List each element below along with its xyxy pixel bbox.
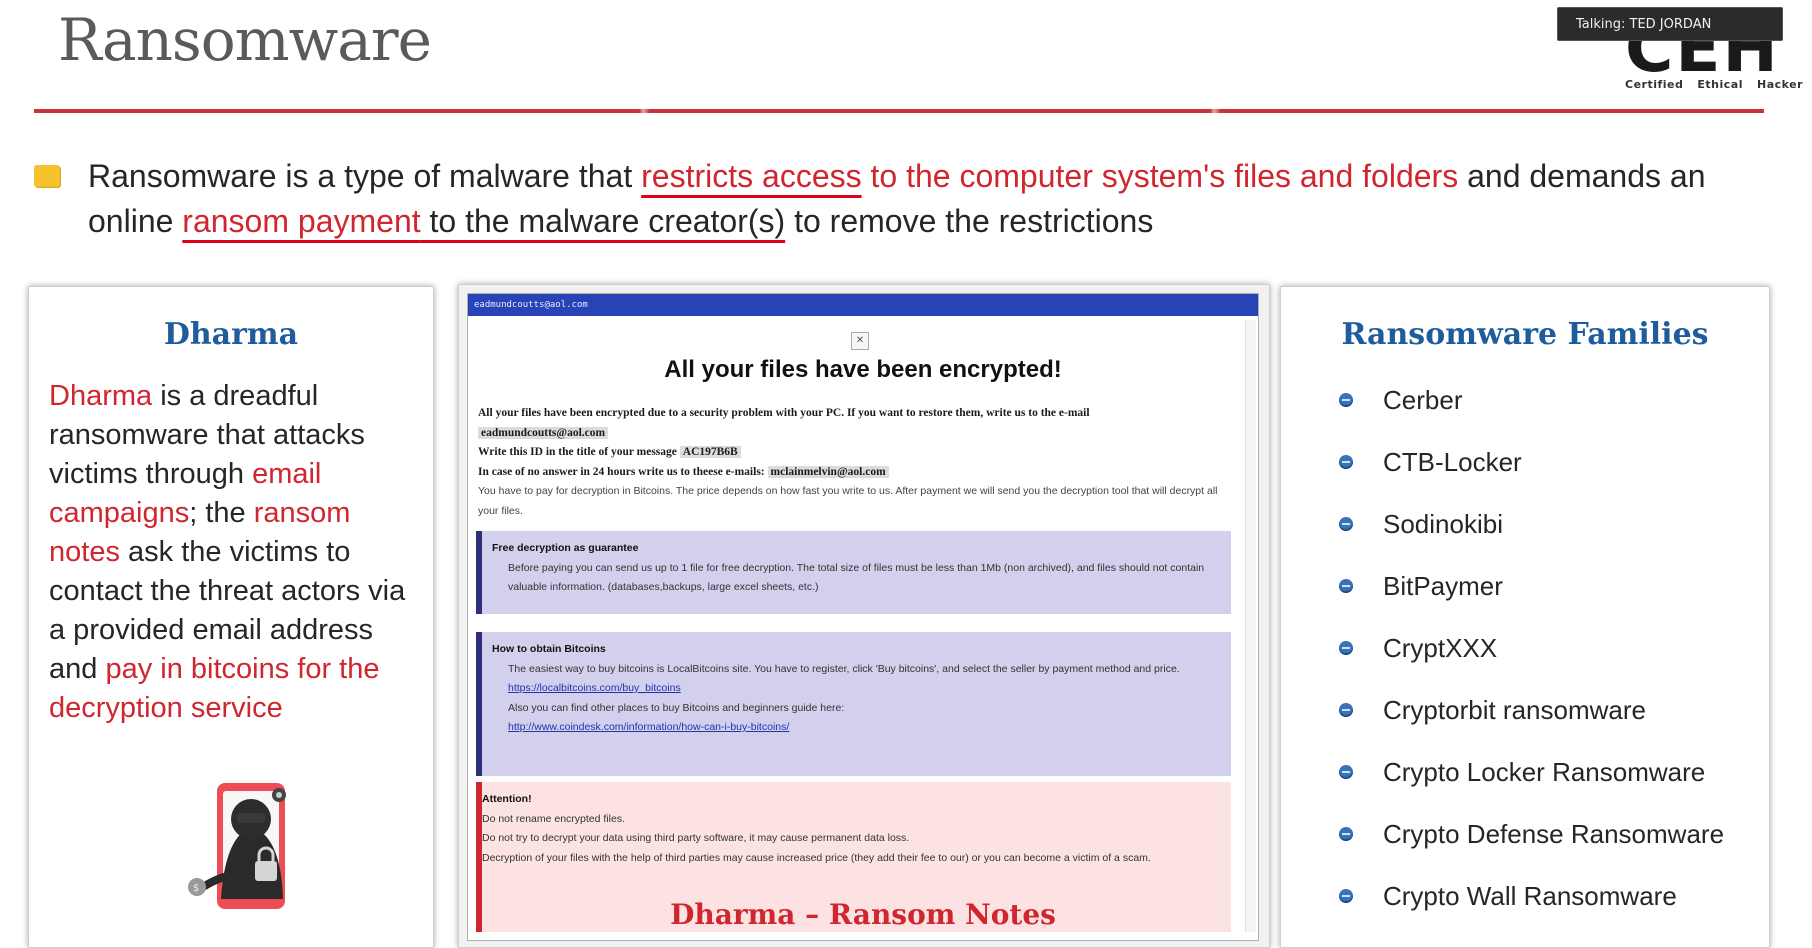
note-heading: All your files have been encrypted! [664,356,1062,383]
note-email-secondary: mclainmelvin@aol.com [767,465,889,478]
bullet-circle-icon [1339,827,1353,841]
families-list: Cerber CTB-Locker Sodinokibi BitPaymer C… [1339,369,1724,927]
dharma-description: Dharma is a dreadful ransomware that att… [49,377,429,728]
logo-word-ethical: Ethical [1697,78,1743,91]
list-item: Cerber [1339,369,1724,431]
note-box-text: Do not try to decrypt your data using th… [482,832,910,844]
list-item: Crypto Defense Ransomware [1339,803,1724,865]
list-item: CTB-Locker [1339,431,1724,493]
family-name: CryptXXX [1383,632,1498,663]
families-panel: Ransomware Families Cerber CTB-Locker So… [1280,286,1770,948]
note-box-text: Also you can find other places to buy Bi… [508,701,845,714]
svg-text:$: $ [193,883,199,894]
note-titlebar: eadmundcoutts@aol.com [468,294,1258,316]
list-item: BitPaymer [1339,555,1724,617]
note-box-text: Decryption of your files with the help o… [482,851,1151,864]
bullet-circle-icon [1339,579,1353,593]
intro-creator: to the malware creator(s) [420,203,786,239]
families-title: Ransomware Families [1341,317,1709,352]
family-name: BitPaymer [1383,570,1503,601]
family-name: Crypto Defense Ransomware [1383,818,1725,849]
ransom-note-panel: eadmundcoutts@aol.com ✕ All your files h… [458,284,1270,948]
dharma-panel: Dharma Dharma is a dreadful ransomware t… [28,286,434,948]
list-item: Crypto Wall Ransomware [1339,865,1724,927]
note-box-heading: Attention! [482,793,532,805]
note-box-guarantee: Free decryption as guarantee Before payi… [476,531,1231,614]
bullet-circle-icon [1339,517,1353,531]
list-item: CryptXXX [1339,617,1724,679]
note-box-bitcoins: How to obtain Bitcoins The easiest way t… [476,632,1231,776]
bullet-circle-icon [1339,393,1353,407]
family-name: Cerber [1383,384,1463,415]
list-item: Sodinokibi [1339,493,1724,555]
note-id: AC197B6B [679,446,741,458]
note-caption: Dharma – Ransom Notes [670,898,1056,931]
intro-highlight-files: to the computer system's files and folde… [861,158,1459,194]
bullet-circle-icon [1339,641,1353,655]
note-box-text: Do not rename encrypted files. [482,812,625,825]
intro-part: to remove the restrictions [785,203,1154,239]
intro-part: Ransomware is a type of malware that [88,158,642,194]
bullet-circle-icon [1339,703,1353,717]
coindesk-link[interactable]: http://www.coindesk.com/information/how-… [508,721,789,733]
broken-image-icon: ✕ [851,332,869,350]
bullet-circle-icon [1339,765,1353,779]
talking-indicator: Talking: TED JORDAN [1557,7,1783,41]
bullet-circle-icon [1339,455,1353,469]
note-line: Write this ID in the title of your messa… [478,446,677,458]
dharma-text-part: ; the [189,497,254,529]
note-email-primary: eadmundcoutts@aol.com [478,426,609,439]
logo-word-certified: Certified [1625,78,1684,91]
family-name: Cryptorbit ransomware [1383,694,1646,725]
hacker-phone-illustration-icon: $ [188,783,286,909]
note-body: All your files have been encrypted due t… [478,404,1238,521]
note-line: In case of no answer in 24 hours write u… [478,465,765,478]
bullet-circle-icon [1339,889,1353,903]
family-name: Sodinokibi [1383,508,1503,539]
note-box-text: The easiest way to buy bitcoins is Local… [508,662,1180,675]
title-divider [34,109,1764,113]
family-name: CTB-Locker [1383,446,1522,477]
ransom-note-window: eadmundcoutts@aol.com ✕ All your files h… [467,293,1259,941]
family-name: Crypto Wall Ransomware [1383,880,1677,911]
intro-text: Ransomware is a type of malware that res… [88,154,1778,244]
note-scrollbar[interactable] [1245,320,1256,932]
slide-title: Ransomware [58,6,432,74]
localbitcoins-link[interactable]: https://localbitcoins.com/buy_bitcoins [508,682,681,694]
note-line: You have to pay for decryption in Bitcoi… [478,485,1218,517]
intro-highlight-ransom-payment: ransom payment [182,203,421,239]
list-item: Crypto Locker Ransomware [1339,741,1724,803]
note-line: All your files have been encrypted due t… [478,407,1090,419]
logo-word-hacker: Hacker [1756,78,1804,91]
intro-highlight-restricts-access: restricts access [641,158,862,194]
dharma-text-part: Dharma [49,380,153,412]
bullet-square-icon [34,165,60,187]
logo-subtitle: Certified Ethical Hacker [1625,78,1803,91]
note-box-heading: Free decryption as guarantee [492,542,639,554]
list-item: Cryptorbit ransomware [1339,679,1724,741]
family-name: Crypto Locker Ransomware [1383,756,1706,787]
dharma-title: Dharma [163,317,299,352]
note-box-text: Before paying you can send us up to 1 fi… [508,561,1205,594]
note-box-heading: How to obtain Bitcoins [492,643,606,655]
